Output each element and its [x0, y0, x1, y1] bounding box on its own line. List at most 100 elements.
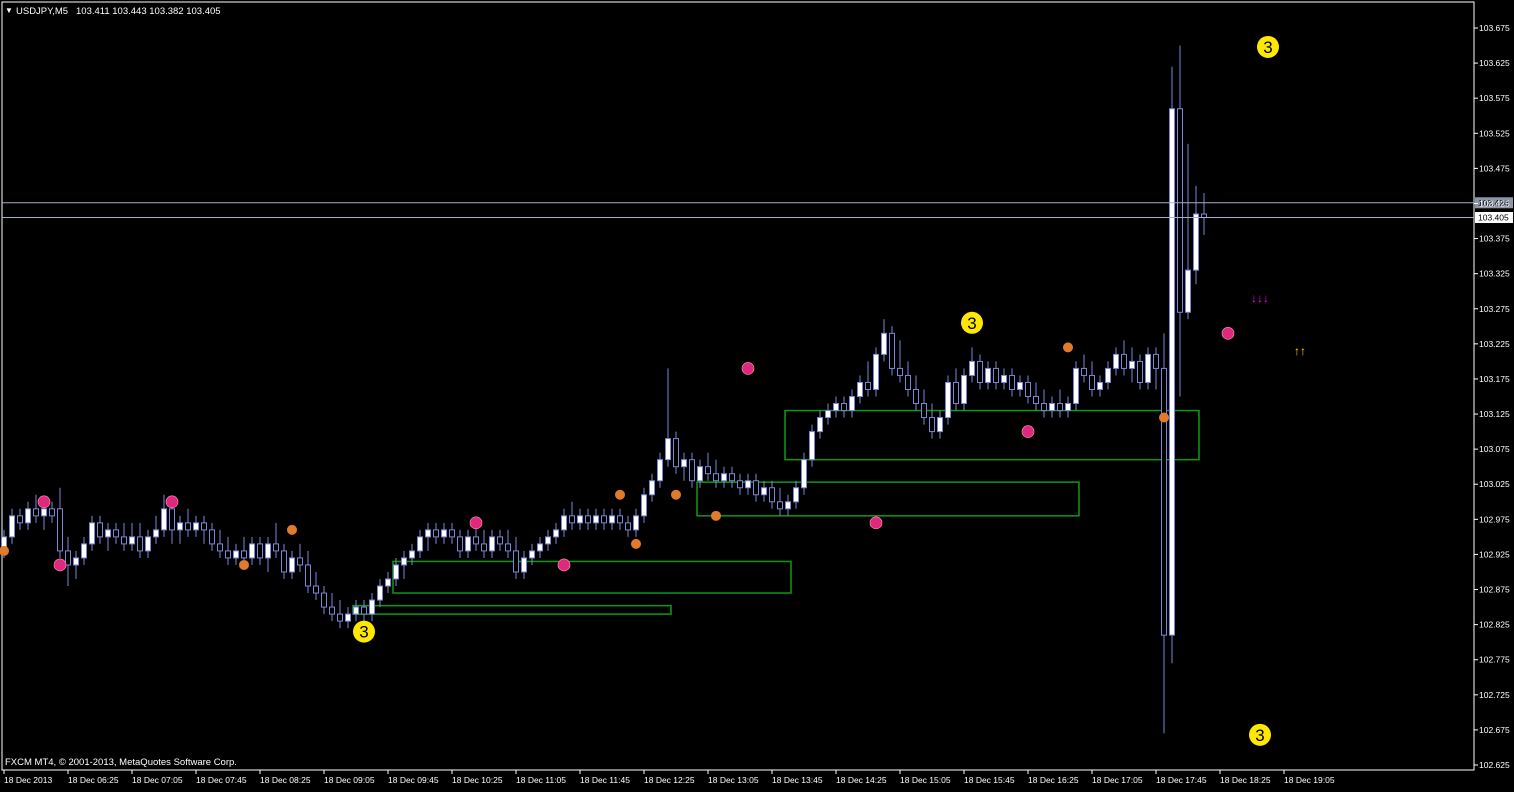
bull-candle-body: [145, 536, 151, 552]
bull-candle-body: [857, 381, 863, 398]
bear-candle-body: [1057, 403, 1063, 412]
bull-candle-body: [249, 543, 255, 559]
bear-candle-body: [841, 403, 847, 412]
bear-candle-body: [1081, 367, 1087, 376]
pink-signal-dot: [165, 495, 179, 509]
y-tick-label: 103.275: [1479, 304, 1510, 314]
x-tick-label: 18 Dec 09:05: [324, 775, 375, 785]
bear-candle-body: [729, 473, 735, 482]
bear-candle-body: [17, 515, 23, 524]
bear-candle-body: [313, 585, 319, 594]
bull-candle-body: [825, 410, 831, 419]
y-tick-label: 103.425: [1479, 198, 1510, 208]
y-tick-label: 103.175: [1479, 374, 1510, 384]
bull-candle-body: [521, 557, 527, 573]
bull-candle-body: [425, 529, 431, 538]
bear-candle-body: [337, 613, 343, 622]
bull-candle-body: [881, 332, 887, 355]
orange-signal-dot: [671, 489, 681, 500]
bear-candle-body: [169, 508, 175, 531]
bull-candle-body: [1169, 108, 1175, 636]
bull-candle-body: [529, 550, 535, 559]
x-tick-label: 18 Dec 11:45: [580, 775, 630, 785]
y-tick-label: 103.225: [1479, 339, 1510, 349]
bull-candle-body: [817, 417, 823, 433]
x-tick-label: 18 Dec 09:45: [388, 775, 439, 785]
bear-candle-body: [97, 522, 103, 538]
bear-candle-body: [977, 360, 983, 383]
bull-candle-body: [961, 374, 967, 405]
bear-candle-body: [865, 381, 871, 390]
y-tick-label: 102.925: [1479, 549, 1510, 559]
bear-candle-body: [625, 522, 631, 531]
ohlc-quote: 103.411 103.443 103.382 103.405: [76, 6, 221, 17]
pink-signal-dot: [469, 516, 483, 530]
bull-candle-body: [233, 550, 239, 559]
bear-candle-body: [1161, 367, 1167, 636]
y-tick-label: 103.575: [1479, 93, 1510, 103]
price-chart[interactable]: 103.426103.405 3333↓↓↓↑↑ 103.675103.6251…: [0, 0, 1514, 788]
bear-candle-body: [897, 367, 903, 376]
bull-candle-body: [609, 515, 615, 524]
y-tick-label: 103.375: [1479, 234, 1510, 244]
bear-candle-body: [1121, 353, 1127, 369]
bull-candle-body: [801, 459, 807, 489]
bear-candle-body: [185, 522, 191, 531]
bull-candle-body: [353, 606, 359, 615]
bid-price-label: 103.405: [1478, 213, 1509, 223]
bull-candle-body: [25, 508, 31, 524]
arrow-signal-down: ↓↓↓: [1251, 291, 1269, 305]
bull-candle-body: [9, 515, 15, 538]
bear-candle-body: [953, 381, 959, 405]
bull-candle-body: [945, 381, 951, 419]
candle: [873, 347, 879, 397]
bear-candle-body: [569, 515, 575, 524]
bull-candle-body: [1065, 403, 1071, 412]
bear-candle-body: [905, 374, 911, 390]
x-tick-label: 18 Dec 17:05: [1092, 775, 1143, 785]
bear-candle-body: [737, 480, 743, 489]
menu-triangle-icon[interactable]: ▼: [5, 6, 13, 15]
bear-candle-body: [1201, 213, 1207, 219]
bull-candle-body: [1113, 353, 1119, 369]
bull-candle-body: [1001, 374, 1007, 383]
bull-candle-body: [289, 557, 295, 573]
pink-signal-dot: [741, 362, 755, 375]
chart-background: [0, 0, 1514, 788]
bear-candle-body: [617, 515, 623, 524]
y-tick-label: 102.625: [1479, 760, 1510, 770]
bear-candle-body: [297, 557, 303, 566]
y-tick-label: 103.325: [1479, 269, 1510, 279]
bull-candle-body: [937, 417, 943, 433]
bear-candle-body: [113, 529, 119, 538]
bull-candle-body: [809, 431, 815, 461]
orange-signal-dot: [1063, 342, 1073, 353]
bear-candle-body: [457, 536, 463, 552]
bull-candle-body: [401, 557, 407, 566]
x-tick-label: 18 Dec 06:25: [68, 775, 119, 785]
chart-window[interactable]: 103.426 103.405 3 3 3 3 ↓↓↓ ↑↑ 103.675 103.625 1…: [0, 0, 1514, 788]
bear-candle-body: [321, 592, 327, 608]
bear-candle-body: [1177, 108, 1183, 313]
bull-candle-body: [377, 585, 383, 601]
x-tick-label: 18 Dec 2013: [4, 775, 52, 785]
bull-candle-body: [793, 487, 799, 503]
bull-candle-body: [649, 480, 655, 496]
wave-label-text: 3: [967, 314, 976, 333]
bull-candle-body: [393, 564, 399, 580]
x-tick-label: 18 Dec 08:25: [260, 775, 311, 785]
symbol-label: USDJPY,M5: [16, 6, 68, 17]
bear-candle-body: [921, 403, 927, 419]
bear-candle-body: [209, 529, 215, 545]
bear-candle-body: [241, 550, 247, 559]
candle: [945, 375, 951, 425]
pink-signal-dot: [53, 558, 67, 572]
bull-candle-body: [105, 529, 111, 538]
bull-candle-body: [409, 550, 415, 559]
bear-candle-body: [777, 501, 783, 510]
y-tick-label: 103.075: [1479, 444, 1510, 454]
bear-candle-body: [273, 543, 279, 552]
bull-candle-body: [697, 466, 703, 482]
bear-candle-body: [281, 550, 287, 573]
bull-candle-body: [177, 522, 183, 531]
